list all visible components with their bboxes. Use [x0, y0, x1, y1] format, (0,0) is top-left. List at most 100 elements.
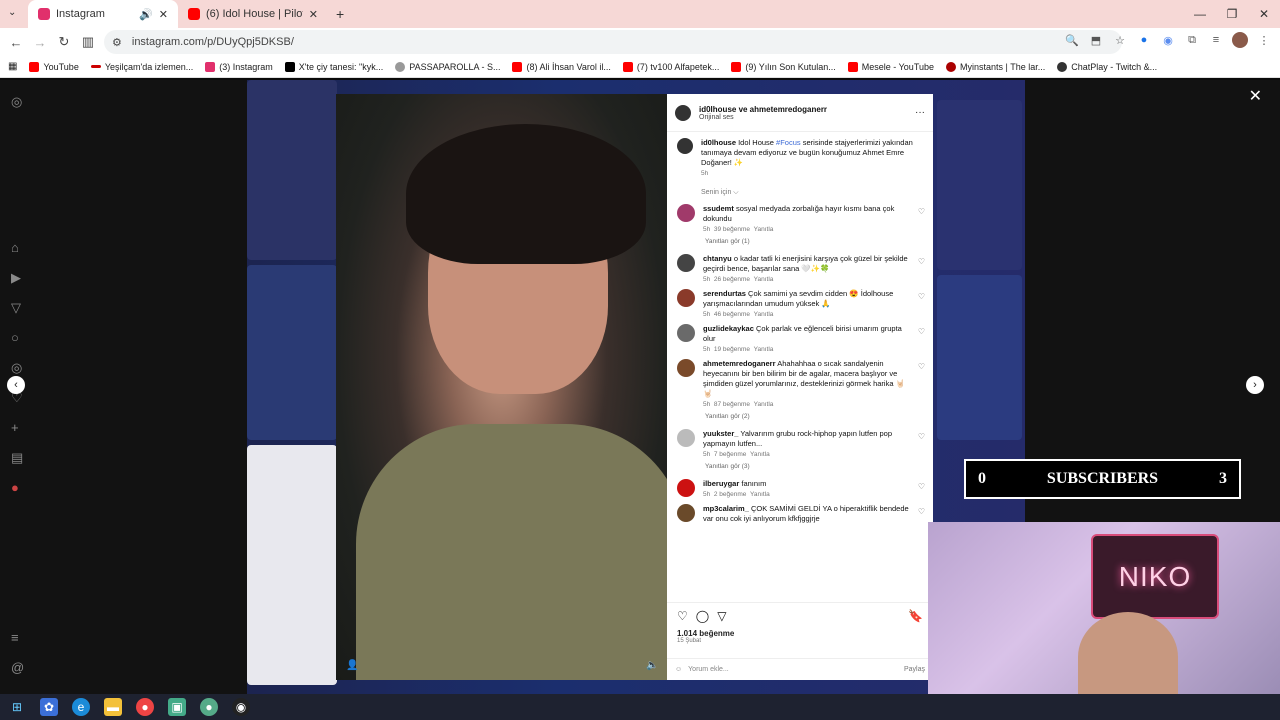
bookmark[interactable]: Yeşilçam'da izlemen...	[90, 62, 193, 72]
search-icon[interactable]: ○	[11, 330, 19, 345]
close-modal-icon[interactable]: ✕	[1249, 86, 1262, 106]
comment-like-icon[interactable]: ♡	[918, 432, 925, 441]
zoom-icon[interactable]: 🔍	[1064, 32, 1080, 48]
dashboard-icon[interactable]: ▤	[11, 450, 23, 466]
reply-button[interactable]: Yanıtla	[754, 346, 774, 353]
back-icon[interactable]: ←	[4, 30, 28, 54]
threads-icon[interactable]: @	[11, 660, 24, 675]
chrome-active-icon[interactable]: ●	[200, 698, 218, 716]
windows-start-icon[interactable]: ⊞	[8, 698, 26, 716]
avatar[interactable]	[677, 138, 693, 154]
comment-like-icon[interactable]: ♡	[918, 507, 925, 516]
post-authors[interactable]: id0lhouse ve ahmetemredoganerr	[699, 105, 827, 114]
bookmark[interactable]: X'te çiy tanesi: "kyk...	[284, 61, 383, 72]
reply-button[interactable]: Yanıtla	[750, 491, 770, 498]
avatar[interactable]	[677, 429, 695, 447]
extension-icon[interactable]: ●	[1136, 32, 1152, 48]
site-info-icon[interactable]: ⚙	[112, 36, 122, 49]
obs-icon[interactable]: ◉	[232, 698, 250, 716]
address-bar[interactable]: ⚙ instagram.com/p/DUyQpj5DKSB/	[104, 30, 1122, 54]
bookmark[interactable]: Mesele - YouTube	[847, 61, 934, 72]
comment-likes[interactable]: 46 beğenme	[714, 311, 750, 318]
comment-user[interactable]: yuukster_	[703, 429, 738, 438]
bookmark[interactable]: (8) Ali İhsan Varol il...	[512, 61, 611, 72]
home-icon[interactable]: ⌂	[11, 240, 19, 255]
file-explorer-icon[interactable]: ▬	[104, 698, 122, 716]
bookmark[interactable]: YouTube	[29, 61, 79, 72]
avatar[interactable]	[677, 204, 695, 222]
emoji-icon[interactable]: ☺	[675, 666, 682, 673]
more-menu-icon[interactable]: ≡	[11, 630, 19, 645]
next-post-icon[interactable]: ›	[1246, 376, 1264, 394]
comment-likes[interactable]: 2 beğenme	[714, 491, 747, 498]
like-icon[interactable]: ♡	[677, 609, 688, 623]
comment-like-icon[interactable]: ♡	[918, 327, 925, 336]
avatar[interactable]	[677, 289, 695, 307]
user-tag-icon[interactable]: 👤	[346, 660, 358, 671]
comment-like-icon[interactable]: ♡	[918, 482, 925, 491]
copilot-icon[interactable]: ✿	[40, 698, 58, 716]
avatar[interactable]	[677, 359, 695, 377]
new-tab-button[interactable]: +	[336, 6, 344, 22]
avatar[interactable]	[677, 504, 695, 522]
comment-like-icon[interactable]: ♡	[918, 257, 925, 266]
reply-button[interactable]: Yanıtla	[754, 276, 774, 283]
prev-post-icon[interactable]: ‹	[7, 376, 25, 394]
save-icon[interactable]: 🔖	[908, 609, 923, 623]
chrome-icon[interactable]: ●	[136, 698, 154, 716]
edge-icon[interactable]: e	[72, 698, 90, 716]
media-icon[interactable]: ≡	[1208, 32, 1224, 48]
avatar[interactable]	[677, 479, 695, 497]
avatar[interactable]	[1232, 32, 1248, 48]
view-replies-button[interactable]: Yanıtları gör (2)	[705, 413, 933, 420]
hashtag-link[interactable]: #Focus	[776, 138, 801, 147]
comment-user[interactable]: guzlidekaykac	[703, 324, 754, 333]
minimize-icon[interactable]: —	[1184, 0, 1216, 28]
reply-button[interactable]: Yanıtla	[750, 451, 770, 458]
install-icon[interactable]: ⬒	[1088, 32, 1104, 48]
bookmark[interactable]: (3) Instagram	[205, 61, 273, 72]
explore-icon[interactable]: ◎	[11, 360, 22, 376]
like-count[interactable]: 1.014 beğenme	[677, 629, 923, 638]
share-icon[interactable]: ▽	[717, 609, 726, 623]
comment-likes[interactable]: 39 beğenme	[714, 226, 750, 233]
reply-button[interactable]: Yanıtla	[754, 401, 774, 408]
audio-label[interactable]: Orijinal ses	[699, 114, 827, 121]
post-comment-button[interactable]: Paylaş	[904, 666, 925, 673]
comment-likes[interactable]: 19 beğenme	[714, 346, 750, 353]
extension-icon[interactable]: ◉	[1160, 32, 1176, 48]
comment-user[interactable]: serendurtas	[703, 289, 746, 298]
forward-icon[interactable]: →	[28, 30, 52, 54]
view-replies-button[interactable]: Yanıtları gör (3)	[705, 463, 933, 470]
star-icon[interactable]: ☆	[1112, 32, 1128, 48]
bookmark[interactable]: ChatPlay - Twitch &...	[1057, 61, 1157, 72]
bookmark[interactable]: (7) tv100 Alfapetek...	[622, 61, 719, 72]
menu-icon[interactable]: ⋮	[1256, 32, 1272, 48]
post-video[interactable]: 👤 🔈	[336, 94, 667, 680]
tab-instagram[interactable]: Instagram 🔊 ✕	[28, 0, 178, 28]
comment-user[interactable]: ilberuygar	[703, 479, 739, 488]
apps-icon[interactable]: ▦	[8, 61, 17, 72]
view-replies-button[interactable]: Yanıtları gör (1)	[705, 238, 933, 245]
puzzle-icon[interactable]: ⧉	[1184, 32, 1200, 48]
reply-button[interactable]: Yanıtla	[754, 226, 774, 233]
reload-icon[interactable]: ↻	[52, 30, 76, 54]
create-icon[interactable]: +	[11, 420, 19, 435]
bookmark[interactable]: PASSAPAROLLA - S...	[395, 61, 500, 72]
close-tab-icon[interactable]: ✕	[309, 8, 318, 21]
restore-icon[interactable]: ❐	[1216, 0, 1248, 28]
reply-button[interactable]: Yanıtla	[754, 311, 774, 318]
comment-like-icon[interactable]: ♡	[918, 292, 925, 301]
store-icon[interactable]: ▣	[168, 698, 186, 716]
comment-user[interactable]: ssudemt	[703, 204, 734, 213]
comment-likes[interactable]: 87 beğenme	[714, 401, 750, 408]
comment-like-icon[interactable]: ♡	[918, 207, 925, 216]
comment-user[interactable]: ahmetemredoganerr	[703, 359, 776, 368]
comment-user[interactable]: mp3calarim_	[703, 504, 749, 513]
speaker-icon[interactable]: 🔊	[139, 8, 153, 21]
messages-icon[interactable]: ▽	[11, 300, 21, 316]
comment-sort-dropdown[interactable]: Senin için ⌵	[701, 189, 933, 197]
tab-search-icon[interactable]: ⌄	[8, 7, 16, 18]
sidepanel-icon[interactable]: ▥	[76, 30, 100, 54]
profile-icon[interactable]: ●	[11, 480, 19, 495]
